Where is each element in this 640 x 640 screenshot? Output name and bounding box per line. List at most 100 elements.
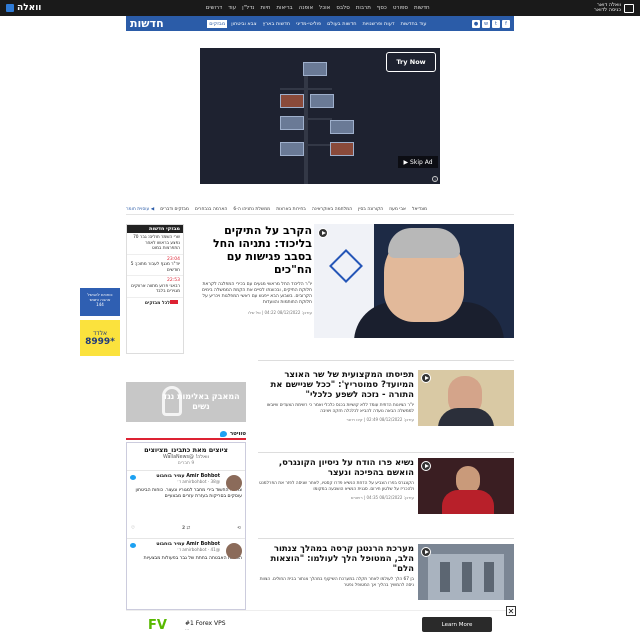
tab-flash[interactable]: מבזקים	[207, 19, 228, 28]
avatar[interactable]	[226, 543, 242, 559]
story-summary: הקונגרס בפרו הצביע על הדחת הנשיא פדרו קס…	[259, 481, 414, 492]
flash-item[interactable]: 23:04 יוד"ר מנגף לעבור מתוכן: 5 חודשים	[127, 255, 183, 276]
all-flash-label: לכל מבזקים	[144, 300, 170, 306]
walla-logo-badge-icon	[6, 4, 15, 12]
bottom-ad-text: #1 Forex VPS ...	[185, 620, 226, 632]
tab-local[interactable]: חדשות בארץ	[261, 20, 293, 28]
ad-tree-node	[310, 94, 334, 108]
try-now-button[interactable]: Try Now	[386, 52, 436, 72]
nav-link-more[interactable]: עוד	[228, 5, 236, 11]
lead-story-summary: יו"ר הליכוד החל מראשי מגעים עם בכירי המפ…	[201, 282, 312, 305]
tweet[interactable]: Amir Bohbot עמיר בוחבוט @amirbohbot · 41…	[127, 538, 245, 602]
divider	[258, 538, 514, 539]
violence-against-women-promo[interactable]: המאבק באלימות נגד נשים	[126, 382, 246, 422]
forex-vps-logo: FV	[148, 618, 167, 633]
story-title[interactable]: נשיא פרו הודח על ניסיון הקונגרס, הואשם ב…	[258, 458, 414, 478]
story-image[interactable]	[418, 544, 514, 600]
ad-tree-node	[330, 120, 354, 134]
avatar[interactable]	[226, 475, 242, 491]
topic-link[interactable]: אבי מעוז	[389, 207, 406, 212]
nav-link-money[interactable]: כסף	[377, 5, 387, 11]
twitter-widget[interactable]: ציוצים מאת כתבינו_מציוצים וואלה! @WallaN…	[126, 442, 246, 610]
video-play-icon[interactable]	[421, 373, 431, 383]
skip-ad-button[interactable]: Skip Ad ▶	[398, 156, 438, 168]
topic-link[interactable]: המלחמה באוקראינה	[312, 207, 352, 212]
story-image[interactable]	[418, 370, 514, 426]
tab-politics[interactable]: פוליטי-מדיני	[294, 20, 323, 28]
share-icon[interactable]: ●	[472, 19, 480, 28]
bottom-sticky-ad[interactable]: FV #1 Forex VPS ... Learn More ✕	[126, 606, 516, 640]
mail-shortcut[interactable]: וואלה דואר כניסה לדואר	[594, 3, 634, 13]
flash-item-text: יוד"ר מנגף לעבור מתוכן: 5 חודשים	[130, 262, 180, 273]
flash-red-marker-icon	[170, 299, 178, 304]
story-summary: יו"ר הציונות הדתית עומד ללא קושיות בכנס …	[266, 403, 414, 414]
nav-link-culture[interactable]: תרבות	[356, 5, 371, 11]
tab-opinions[interactable]: דעות ופרשנויות	[360, 20, 396, 28]
story-card[interactable]: נשיא פרו הודח על ניסיון הקונגרס, הואשם ב…	[258, 458, 514, 540]
ad-info-icon[interactable]: i	[432, 176, 438, 182]
lead-story-meta: עודכן: 08/12/2022 04:22 | טל שלו	[248, 310, 312, 315]
story-title[interactable]: מערכת הרנטגן קרסה במהלך צנתור הלב, המטופ…	[258, 544, 414, 574]
video-play-icon[interactable]	[421, 547, 431, 557]
person-hair-graphic	[388, 228, 460, 258]
topic-link[interactable]: בחירות בארצות	[276, 207, 306, 212]
topic-link[interactable]: מבזקים ודברים	[160, 207, 189, 212]
topic-home-link[interactable]: עוסוית חומר ◀	[126, 207, 154, 212]
tab-more[interactable]: עוד בחדשות	[399, 20, 429, 28]
twitter-widget-account[interactable]: וואלה! @WallaNews	[127, 455, 245, 460]
twitter-icon	[219, 431, 227, 437]
story-card[interactable]: תפיסתו המקצועית של שר האוצר המיועד? סמוט…	[258, 370, 514, 452]
flash-item[interactable]: שרי השמר חולים: גבר 70 נפצע בראשו לאחר ה…	[127, 233, 183, 255]
story-meta: עודכן: 08/12/2022 04:35 | רויטרס	[350, 495, 414, 501]
twitter-bird-icon	[130, 543, 136, 548]
nav-link-celebs[interactable]: סלבס	[336, 5, 349, 11]
flash-item[interactable]: 22:53 רבאני פרוע מתווה ארווקים מגוירים ב…	[127, 276, 183, 298]
nav-link-news[interactable]: חדשות	[414, 5, 430, 11]
story-text: תפיסתו המקצועית של שר האוצר המיועד? סמוט…	[258, 370, 414, 422]
video-play-icon[interactable]	[318, 228, 328, 238]
walla-logo[interactable]: וואלה	[6, 3, 41, 13]
story-image[interactable]	[418, 458, 514, 514]
twitter-widget-members: 9 חברים	[177, 461, 195, 466]
side-banner-hotline[interactable]: כוחכים להבשל אהבה ותגוש 144	[80, 288, 120, 316]
nav-link-food[interactable]: אוכל	[319, 5, 330, 11]
topic-link[interactable]: הארמה בנבחרים	[195, 207, 227, 212]
lead-story-title[interactable]: הקרב על התיקים בליכוד: נתניהו החל בסבב פ…	[190, 224, 312, 276]
building-window-graphic	[440, 562, 450, 592]
whatsapp-icon[interactable]: w	[482, 19, 490, 28]
topic-link[interactable]: ממשלת נתניהו ה-6	[233, 207, 270, 212]
nav-link-fashion[interactable]: אופנה	[299, 5, 313, 11]
side-banner-eldad[interactable]: אלדד *8999	[80, 320, 120, 356]
close-ad-button[interactable]: ✕	[506, 606, 516, 616]
all-flash-link[interactable]: לכל מבזקים	[127, 298, 183, 308]
learn-more-button[interactable]: Learn More	[422, 617, 492, 632]
top-navigation-bar: וואלה דואר כניסה לדואר חדשות ספורט כסף ת…	[0, 0, 640, 16]
topic-link[interactable]: מונדיאל	[412, 207, 427, 212]
tweet[interactable]: Amir Bohbot עמיר בוחבוט @amirbohbot · 38…	[127, 470, 245, 534]
topic-link[interactable]: הקורונה בסין	[358, 207, 383, 212]
tab-army[interactable]: צבא וביטחון	[229, 20, 258, 28]
tab-world[interactable]: חדשות בעולם	[325, 20, 358, 28]
story-title[interactable]: תפיסתו המקצועית של שר האוצר המיועד? סמוט…	[258, 370, 414, 400]
share-icon[interactable]: ⟲	[237, 526, 241, 531]
nav-link-pets[interactable]: חיות	[260, 5, 270, 11]
lead-story-image[interactable]	[314, 224, 514, 338]
nav-link-sport[interactable]: ספורט	[393, 5, 408, 11]
video-play-icon[interactable]	[421, 461, 431, 471]
building-window-graphic	[484, 562, 494, 592]
nav-link-jobs[interactable]: דרושים	[206, 5, 222, 11]
facebook-icon[interactable]: f	[502, 19, 510, 28]
like-icon[interactable]: ♡	[131, 526, 135, 531]
section-tabs: מבזקים צבא וביטחון חדשות בארץ פוליטי-מדי…	[207, 19, 429, 28]
video-ad[interactable]: Try Now Skip Ad ▶ i	[200, 48, 440, 184]
topic-strip: עוסוית חומר ◀ מבזקים ודברים הארמה בנבחרי…	[126, 205, 514, 215]
top-nav-links: חדשות ספורט כסף תרבות סלבס אוכל אופנה בר…	[206, 5, 430, 11]
tweet-handle: @amirbohbot · 41 ד׳	[176, 547, 220, 552]
lead-story-text[interactable]: הקרב על התיקים בליכוד: נתניהו החל בסבב פ…	[190, 224, 312, 315]
nav-link-health[interactable]: בריאות	[276, 5, 292, 11]
twitter-icon[interactable]: t	[492, 19, 500, 28]
story-text: נשיא פרו הודח על ניסיון הקונגרס, הואשם ב…	[258, 458, 414, 500]
nav-link-realestate[interactable]: נדל"ן	[242, 5, 254, 11]
retweet-icon[interactable]: ⇄ 2	[182, 526, 190, 531]
flash-news-box: מבזקי חדשות שרי השמר חולים: גבר 70 נפצע …	[126, 224, 184, 354]
